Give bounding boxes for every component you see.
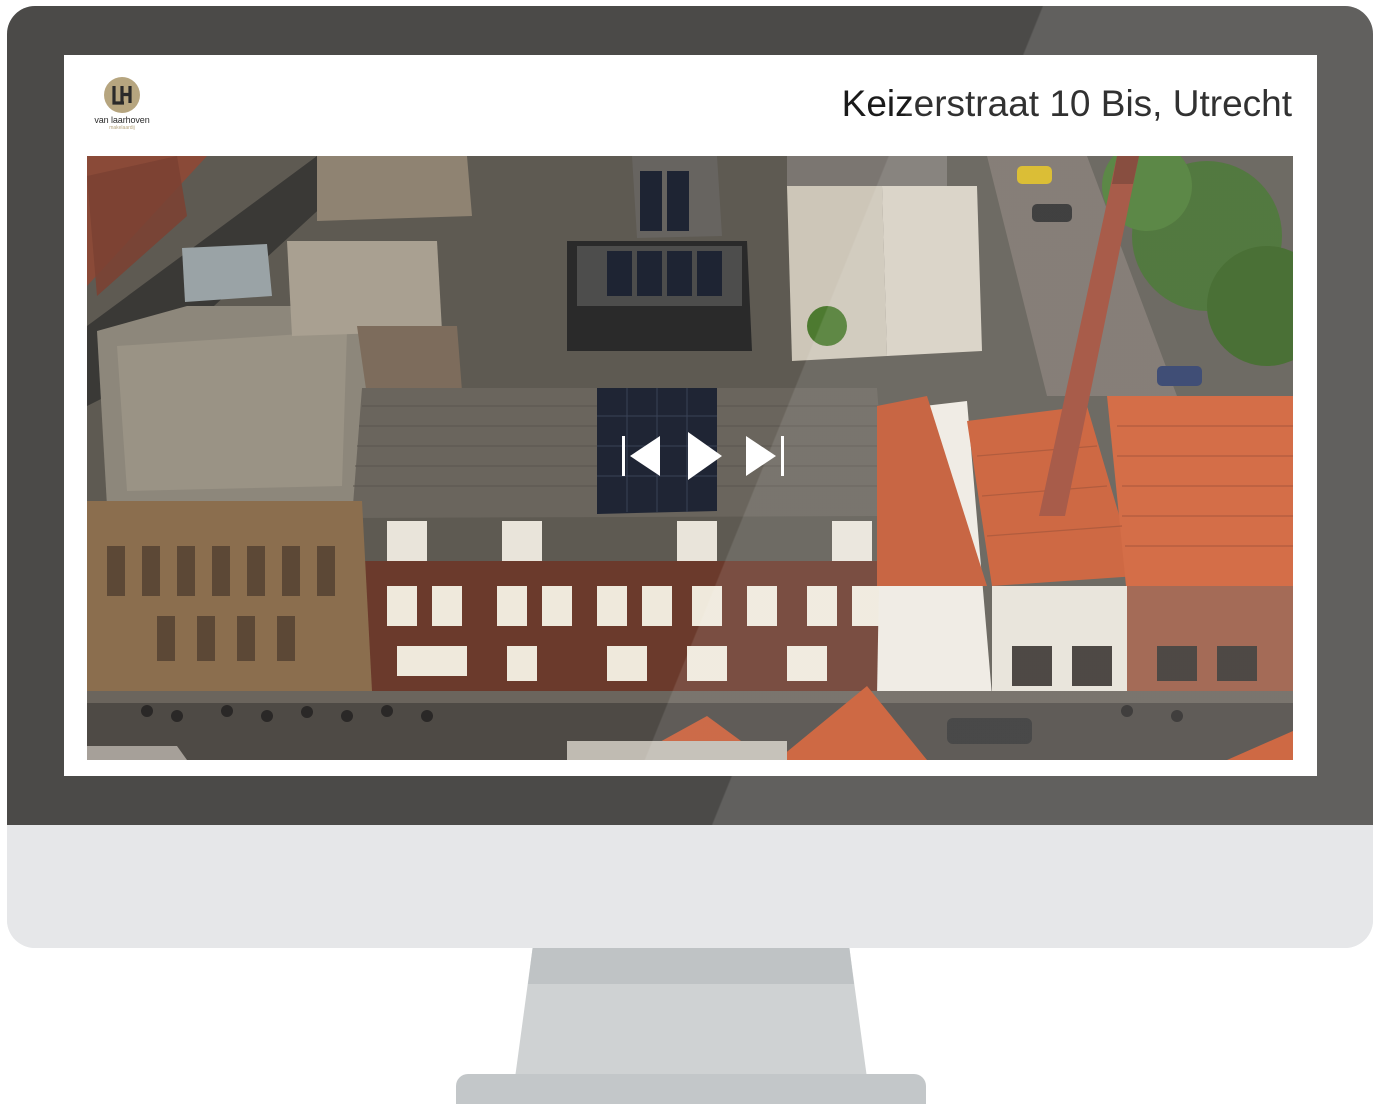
- monitor-screen: van laarhoven makelaardij Keizerstraat 1…: [64, 55, 1317, 776]
- monitor-stand-shadow: [528, 948, 854, 984]
- brand-logo[interactable]: van laarhoven makelaardij: [86, 77, 158, 133]
- property-photo[interactable]: [87, 156, 1293, 760]
- logo-monogram-icon: [104, 77, 140, 113]
- monitor-chin: [7, 825, 1373, 948]
- monitor-stand-base: [456, 1074, 926, 1104]
- play-icon[interactable]: [678, 428, 728, 484]
- page-title: Keizerstraat 10 Bis, Utrecht: [841, 83, 1292, 124]
- logo-tagline: makelaardij: [109, 125, 135, 131]
- skip-previous-icon[interactable]: [618, 428, 668, 484]
- skip-next-icon[interactable]: [738, 428, 788, 484]
- playback-controls: [618, 428, 788, 484]
- logo-name: van laarhoven: [94, 115, 150, 125]
- monitor: van laarhoven makelaardij Keizerstraat 1…: [7, 6, 1373, 948]
